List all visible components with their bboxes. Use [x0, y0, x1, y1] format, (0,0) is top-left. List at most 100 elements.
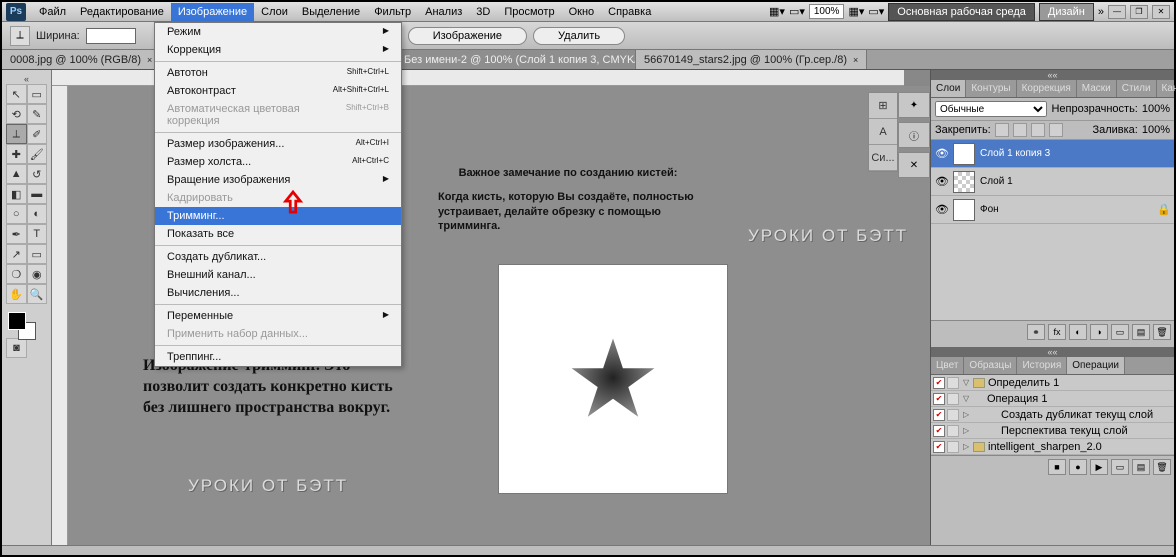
action-check[interactable]: ✔	[933, 409, 945, 421]
action-check[interactable]: ✔	[933, 377, 945, 389]
lock-pixels-icon[interactable]	[1013, 123, 1027, 137]
tab-close-icon[interactable]: ×	[147, 55, 152, 65]
crop-tool-icon[interactable]: ⟂	[10, 26, 30, 46]
layer-row[interactable]: 👁Фон🔒	[931, 196, 1174, 224]
blur-tool[interactable]: ○	[6, 204, 27, 224]
history-brush-tool[interactable]: ↺	[27, 164, 48, 184]
action-row[interactable]: ✔▽Операция 1	[931, 391, 1174, 407]
menu-item--[interactable]: АвтотонShift+Ctrl+L	[155, 64, 401, 82]
hand-tool[interactable]: ✋	[6, 284, 27, 304]
lock-transparency-icon[interactable]	[995, 123, 1009, 137]
brush-tool[interactable]: 🖌	[27, 144, 48, 164]
panel-tab[interactable]: Коррекция	[1017, 80, 1077, 97]
width-input[interactable]	[86, 28, 136, 44]
menu-item--[interactable]: Тримминг...	[155, 207, 401, 225]
stamp-tool[interactable]: ▲	[6, 164, 27, 184]
menu-item--[interactable]: Внешний канал...	[155, 266, 401, 284]
workspace-chevrons[interactable]: »	[1098, 6, 1104, 18]
menu-item--[interactable]: Вычисления...	[155, 284, 401, 302]
camera-tool[interactable]: ◉	[27, 264, 48, 284]
disclosure-icon[interactable]: ▽	[963, 394, 973, 403]
collapsed-panel[interactable]: A	[869, 119, 897, 145]
crop-tool[interactable]: ⟂	[6, 124, 27, 144]
fx-icon[interactable]: fx	[1048, 324, 1066, 340]
workspace-primary-button[interactable]: Основная рабочая среда	[888, 3, 1035, 21]
menu-3d[interactable]: 3D	[469, 3, 497, 21]
zoom-tool[interactable]: 🔍	[27, 284, 48, 304]
arrange-icon[interactable]: ▦▾	[848, 5, 864, 18]
image-button[interactable]: Изображение	[408, 27, 527, 45]
document-tab[interactable]: 56670149_stars2.jpg @ 100% (Гр.сер./8)×	[636, 50, 867, 69]
collapsed-panel[interactable]: Си...	[869, 145, 897, 171]
extras-icon[interactable]: ▦▾	[769, 5, 785, 18]
collapsed-panel[interactable]: ⊞	[869, 93, 897, 119]
action-row[interactable]: ✔▷Создать дубликат текущ слой	[931, 407, 1174, 423]
3d-tool[interactable]: ❍	[6, 264, 27, 284]
menu-item--[interactable]: АвтоконтрастAlt+Shift+Ctrl+L	[155, 82, 401, 100]
tab-close-icon[interactable]: ×	[853, 55, 858, 65]
opacity-value[interactable]: 100%	[1142, 103, 1170, 115]
panel-tab[interactable]: Цвет	[931, 357, 964, 374]
path-select-tool[interactable]: ↗	[6, 244, 27, 264]
menu-файл[interactable]: Файл	[32, 3, 73, 21]
panel-tab[interactable]: Слои	[931, 80, 966, 97]
disclosure-icon[interactable]: ▽	[963, 378, 973, 387]
move-tool[interactable]: ↖	[6, 84, 27, 104]
menu-фильтр[interactable]: Фильтр	[367, 3, 418, 21]
menu-item--[interactable]: Коррекция▶	[155, 41, 401, 59]
layer-row[interactable]: 👁Слой 1	[931, 168, 1174, 196]
minimize-button[interactable]: —	[1108, 5, 1126, 19]
type-tool[interactable]: T	[27, 224, 48, 244]
quick-select-tool[interactable]: ✎	[27, 104, 48, 124]
action-check[interactable]: ✔	[933, 425, 945, 437]
panel-tab[interactable]: Каналы	[1157, 80, 1176, 97]
new-layer-icon[interactable]: ▤	[1132, 324, 1150, 340]
menu-изображение[interactable]: Изображение	[171, 3, 254, 21]
action-dialog-toggle[interactable]	[947, 441, 959, 453]
menu-слои[interactable]: Слои	[254, 3, 295, 21]
adjustment-icon[interactable]: ◑	[1090, 324, 1108, 340]
delete-layer-icon[interactable]: 🗑	[1153, 324, 1171, 340]
action-dialog-toggle[interactable]	[947, 425, 959, 437]
collapsed-panel[interactable]: ✦	[898, 92, 930, 118]
lasso-tool[interactable]: ⟲	[6, 104, 27, 124]
quick-mask-toggle[interactable]: ◙	[6, 338, 27, 358]
screen-mode-icon[interactable]: ▭▾	[789, 5, 805, 18]
dock-collapse[interactable]: ««	[931, 70, 1174, 80]
panel-tab[interactable]: Маски	[1077, 80, 1117, 97]
menu-item--[interactable]: Размер холста...Alt+Ctrl+C	[155, 153, 401, 171]
heal-tool[interactable]: ✚	[6, 144, 27, 164]
eraser-tool[interactable]: ◧	[6, 184, 27, 204]
eyedropper-tool[interactable]: ✐	[27, 124, 48, 144]
panel-tab[interactable]: Образцы	[964, 357, 1017, 374]
new-action-icon[interactable]: ▤	[1132, 459, 1150, 475]
disclosure-icon[interactable]: ▷	[963, 442, 973, 451]
visibility-icon[interactable]: 👁	[934, 174, 950, 190]
screen-icon[interactable]: ▭▾	[868, 5, 884, 18]
menu-item--[interactable]: Показать все	[155, 225, 401, 243]
document-tab[interactable]: Без имени-2 @ 100% (Слой 1 копия 3, CMYK…	[396, 50, 636, 69]
action-check[interactable]: ✔	[933, 393, 945, 405]
menu-выделение[interactable]: Выделение	[295, 3, 367, 21]
mask-icon[interactable]: ◐	[1069, 324, 1087, 340]
action-row[interactable]: ✔▷intelligent_sharpen_2.0	[931, 439, 1174, 455]
menu-справка[interactable]: Справка	[601, 3, 658, 21]
link-layers-icon[interactable]: ⚭	[1027, 324, 1045, 340]
color-swatches[interactable]	[6, 310, 47, 338]
disclosure-icon[interactable]: ▷	[963, 426, 973, 435]
stop-action-icon[interactable]: ■	[1048, 459, 1066, 475]
action-row[interactable]: ✔▽Определить 1	[931, 375, 1174, 391]
action-dialog-toggle[interactable]	[947, 377, 959, 389]
disclosure-icon[interactable]: ▷	[963, 410, 973, 419]
blend-mode-select[interactable]: Обычные	[935, 101, 1047, 117]
pen-tool[interactable]: ✒	[6, 224, 27, 244]
fill-value[interactable]: 100%	[1142, 124, 1170, 136]
lock-position-icon[interactable]	[1031, 123, 1045, 137]
collapsed-panel[interactable]: ⓘ	[898, 122, 930, 148]
maximize-button[interactable]: ❐	[1130, 5, 1148, 19]
play-action-icon[interactable]: ▶	[1090, 459, 1108, 475]
panel-tab[interactable]: История	[1017, 357, 1067, 374]
action-dialog-toggle[interactable]	[947, 409, 959, 421]
action-check[interactable]: ✔	[933, 441, 945, 453]
menu-item--[interactable]: Треппинг...	[155, 348, 401, 366]
